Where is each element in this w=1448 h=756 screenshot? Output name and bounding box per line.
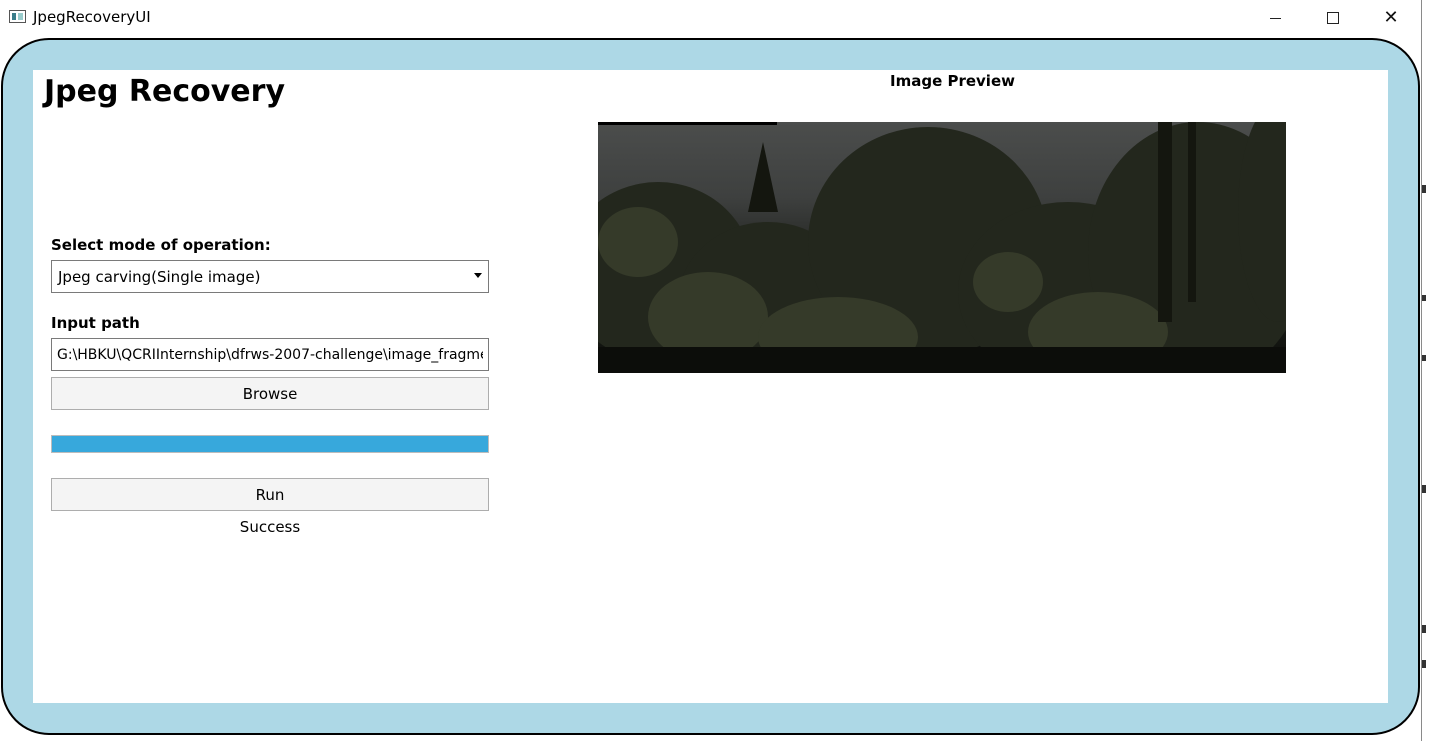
app-window: JpegRecoveryUI ✕ Jpeg Recovery Image Pre… bbox=[0, 0, 1422, 741]
input-path-field[interactable] bbox=[51, 338, 489, 371]
progress-bar-fill bbox=[52, 436, 488, 452]
window-title: JpegRecoveryUI bbox=[33, 8, 151, 26]
maximize-button[interactable] bbox=[1304, 0, 1362, 36]
maximize-icon bbox=[1327, 12, 1339, 24]
preview-top-bar bbox=[598, 122, 777, 125]
preview-image-foliage bbox=[598, 122, 1286, 373]
input-path-label: Input path bbox=[51, 314, 140, 332]
close-button[interactable]: ✕ bbox=[1362, 0, 1420, 36]
browse-button[interactable]: Browse bbox=[51, 377, 489, 410]
desktop-background bbox=[1422, 0, 1448, 756]
main-content: Jpeg Recovery Image Preview Select mode … bbox=[33, 70, 1388, 703]
minimize-icon bbox=[1269, 17, 1281, 19]
image-preview bbox=[598, 122, 1286, 373]
mode-select[interactable]: Jpeg carving(Single image) bbox=[51, 260, 489, 293]
page-title: Jpeg Recovery bbox=[44, 74, 285, 109]
run-button[interactable]: Run bbox=[51, 478, 489, 511]
close-icon: ✕ bbox=[1383, 7, 1399, 28]
title-bar[interactable]: JpegRecoveryUI ✕ bbox=[0, 0, 1421, 36]
status-text: Success bbox=[239, 518, 301, 536]
chevron-down-icon bbox=[474, 273, 482, 278]
minimize-button[interactable] bbox=[1246, 0, 1304, 36]
app-icon bbox=[9, 10, 26, 23]
progress-bar bbox=[51, 435, 489, 453]
mode-select-value: Jpeg carving(Single image) bbox=[58, 268, 261, 286]
preview-title: Image Preview bbox=[890, 72, 1015, 90]
mode-label: Select mode of operation: bbox=[51, 236, 271, 254]
